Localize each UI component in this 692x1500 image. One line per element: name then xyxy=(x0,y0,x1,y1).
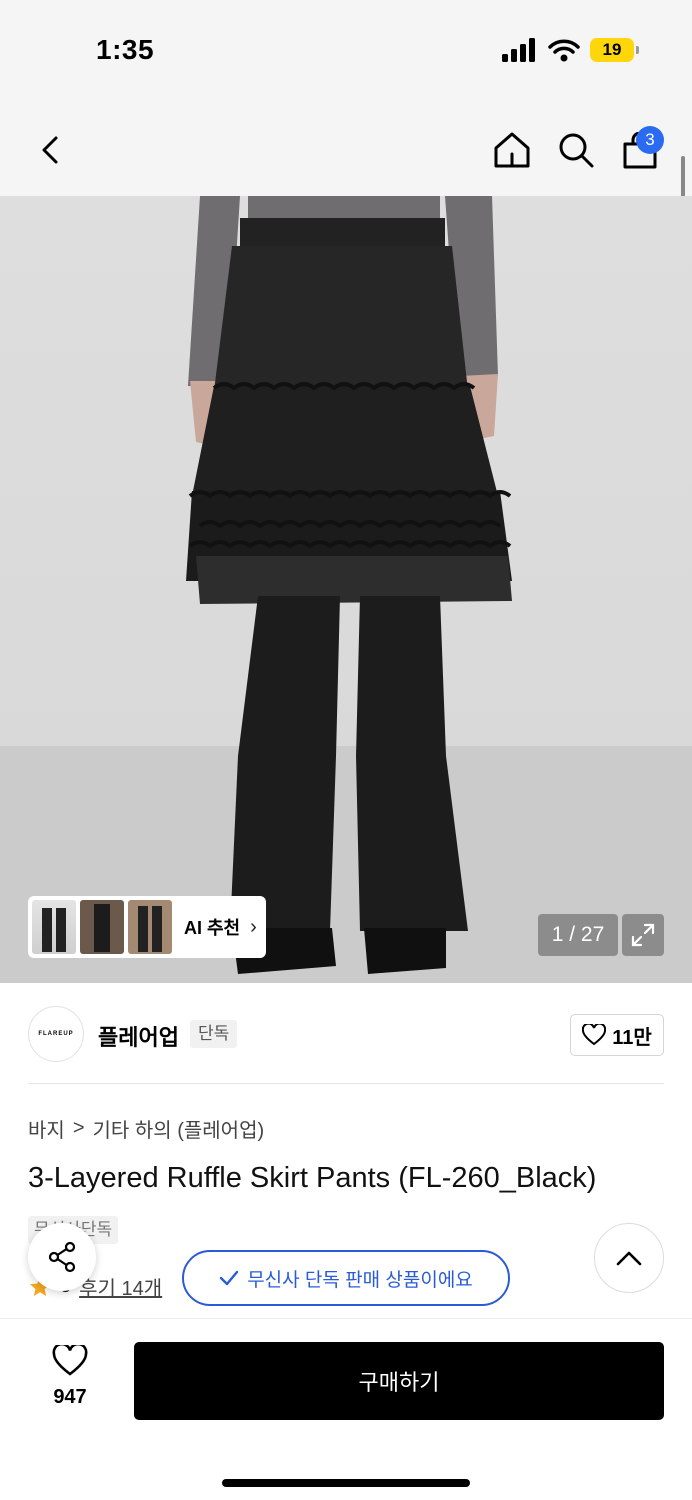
search-icon[interactable] xyxy=(556,130,596,170)
heart-icon xyxy=(582,1024,607,1046)
scroll-top-button[interactable] xyxy=(594,1223,664,1293)
breadcrumb: 바지 > 기타 하의 (플레어업) xyxy=(28,1114,264,1143)
chevron-up-icon xyxy=(616,1251,642,1266)
battery-level: 19 xyxy=(602,40,622,59)
status-time: 1:35 xyxy=(96,34,155,65)
image-page-counter: 1 / 27 xyxy=(538,914,618,956)
ai-recommend-label: AI 추천 xyxy=(184,918,241,938)
bottom-action-bar: 947 구매하기 xyxy=(0,1318,692,1500)
share-button[interactable] xyxy=(28,1223,96,1291)
brand-exclusive-tag: 단독 xyxy=(190,1020,238,1048)
breadcrumb-subcategory[interactable]: 기타 하의 (플레어업) xyxy=(93,1114,265,1143)
home-icon[interactable] xyxy=(492,130,532,170)
ai-thumbnail[interactable] xyxy=(80,900,124,954)
exclusive-toast: 무신사 단독 판매 상품이에요 xyxy=(182,1250,510,1306)
status-icons: 19 xyxy=(502,38,639,62)
cart-count-badge: 3 xyxy=(636,126,664,154)
ai-thumbnail[interactable] xyxy=(128,900,172,954)
review-count-link[interactable]: 후기 14개 xyxy=(79,1272,162,1301)
brand-row: FLAREUP 플레어업 단독 11만 xyxy=(28,1006,664,1064)
check-icon xyxy=(219,1270,239,1286)
battery-indicator: 19 xyxy=(590,38,639,62)
product-title: 3-Layered Ruffle Skirt Pants (FL-260_Bla… xyxy=(28,1162,597,1194)
wishlist-button[interactable]: 947 xyxy=(30,1342,110,1409)
expand-button[interactable] xyxy=(622,914,664,956)
breadcrumb-category[interactable]: 바지 xyxy=(28,1114,65,1143)
brand-logo[interactable]: FLAREUP xyxy=(28,1006,84,1062)
brand-logo-text: FLAREUP xyxy=(38,1031,74,1037)
chevron-left-icon[interactable] xyxy=(30,130,70,170)
product-photo xyxy=(0,196,692,983)
brand-name[interactable]: 플레어업 xyxy=(98,1020,179,1052)
ai-recommend-card[interactable]: AI 추천 › xyxy=(28,896,266,958)
breadcrumb-separator: > xyxy=(72,1117,85,1139)
wishlist-count: 947 xyxy=(53,1386,87,1408)
heart-icon xyxy=(52,1342,88,1376)
buy-button[interactable]: 구매하기 xyxy=(134,1342,664,1420)
expand-icon xyxy=(631,923,655,947)
wifi-icon xyxy=(548,39,580,62)
brand-like-button[interactable]: 11만 xyxy=(570,1014,664,1056)
cellular-signal-icon xyxy=(502,38,535,62)
share-icon xyxy=(48,1241,76,1273)
toast-text: 무신사 단독 판매 상품이에요 xyxy=(247,1269,473,1291)
product-image[interactable] xyxy=(0,196,692,983)
brand-like-count: 11만 xyxy=(612,1026,652,1049)
ai-thumbnail[interactable] xyxy=(32,900,76,954)
status-bar: 1:35 19 xyxy=(0,0,692,100)
home-indicator xyxy=(222,1479,470,1487)
divider xyxy=(28,1083,664,1084)
chevron-right-icon: › xyxy=(250,915,257,938)
